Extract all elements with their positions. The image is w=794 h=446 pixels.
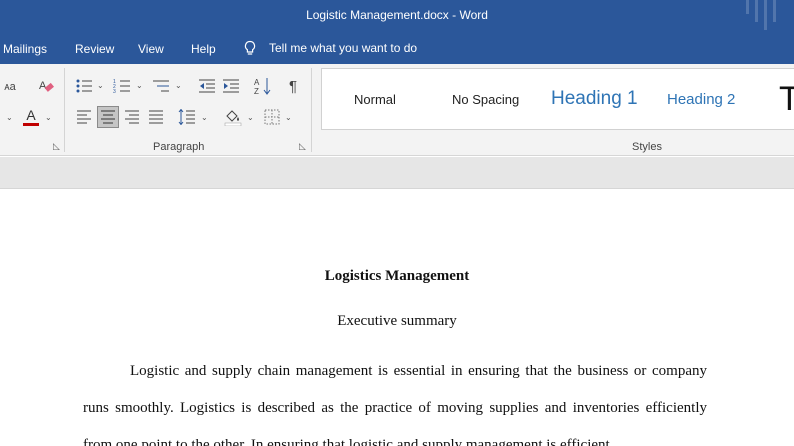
numbering-icon: 1 2 3	[113, 79, 130, 94]
bullets-button[interactable]	[74, 76, 94, 96]
decrease-indent-button[interactable]	[197, 76, 217, 96]
svg-text:3: 3	[113, 89, 116, 94]
tab-review[interactable]: Review	[75, 42, 114, 56]
group-separator	[64, 68, 65, 152]
titlebar-decoration	[764, 0, 767, 30]
increase-indent-button[interactable]	[221, 76, 241, 96]
numbering-button[interactable]: 1 2 3	[112, 76, 132, 96]
show-formatting-marks-button[interactable]: ¶	[283, 76, 303, 96]
chevron-down-icon[interactable]: ⌄	[45, 113, 52, 122]
align-left-icon	[77, 110, 91, 124]
style-heading-1[interactable]: Heading 1	[551, 69, 638, 129]
line-spacing-button[interactable]	[176, 106, 198, 128]
lightbulb-icon	[244, 40, 256, 55]
change-case-glyph: ᴀa	[4, 81, 16, 93]
tab-view[interactable]: View	[138, 42, 164, 56]
document-paragraph: Logistic and supply chain management is …	[83, 363, 707, 446]
tell-me-label: Tell me what you want to do	[269, 41, 418, 55]
titlebar-decoration	[773, 0, 776, 22]
align-center-button[interactable]	[97, 106, 119, 128]
window-title: Logistic Management.docx - Word	[306, 8, 488, 22]
document-page[interactable]: Logistics Management Executive summary L…	[0, 190, 794, 446]
tab-help[interactable]: Help	[191, 42, 216, 56]
font-color-button[interactable]: A	[22, 106, 40, 128]
pilcrow-icon: ¶	[288, 77, 298, 95]
style-heading-2[interactable]: Heading 2	[667, 69, 735, 129]
style-no-spacing[interactable]: No Spacing	[452, 69, 519, 129]
paragraph-group-label: Paragraph	[153, 141, 205, 153]
borders-button[interactable]	[262, 106, 282, 128]
document-subtitle: Executive summary	[337, 313, 457, 329]
eraser-icon: A	[39, 80, 54, 92]
multilevel-list-button[interactable]	[151, 76, 171, 96]
svg-text:Z: Z	[254, 87, 259, 96]
justify-button[interactable]	[146, 106, 166, 128]
styles-gallery: Normal No Spacing Heading 1 Heading 2 T	[321, 68, 794, 130]
clear-formatting-button[interactable]: A	[36, 76, 56, 96]
font-color-glyph: A	[26, 107, 36, 123]
chevron-down-icon[interactable]: ⌄	[285, 113, 292, 122]
paragraph-dialog-launcher-icon[interactable]: ◺	[299, 142, 308, 151]
group-separator	[311, 68, 312, 152]
decrease-indent-icon	[199, 79, 215, 93]
menu-bar: Mailings Review View Help Tell me what y…	[0, 32, 794, 64]
chevron-down-icon[interactable]: ⌄	[201, 113, 208, 122]
svg-text:A: A	[39, 80, 47, 92]
style-normal[interactable]: Normal	[354, 69, 396, 129]
titlebar-decoration	[746, 0, 749, 14]
borders-icon	[264, 109, 280, 125]
shading-button[interactable]	[222, 106, 244, 128]
bullets-icon	[76, 79, 92, 93]
align-right-button[interactable]	[122, 106, 142, 128]
align-left-button[interactable]	[74, 106, 94, 128]
chevron-down-icon[interactable]: ⌄	[6, 113, 13, 122]
styles-group-label: Styles	[632, 141, 662, 153]
tell-me-search[interactable]: Tell me what you want to do	[243, 40, 417, 56]
document-title: Logistics Management	[324, 268, 470, 284]
change-case-button[interactable]: ᴀa	[0, 78, 20, 96]
sort-icon: A Z	[254, 78, 271, 96]
chevron-down-icon[interactable]: ⌄	[175, 81, 182, 90]
justify-icon	[149, 110, 163, 124]
multilevel-list-icon	[153, 80, 169, 92]
align-right-icon	[125, 110, 139, 124]
font-dialog-launcher-icon[interactable]: ◺	[53, 142, 62, 151]
paint-bucket-icon	[224, 110, 242, 126]
sort-button[interactable]: A Z	[252, 74, 274, 98]
title-bar: Logistic Management.docx - Word	[0, 0, 794, 32]
svg-text:A: A	[254, 78, 260, 87]
increase-indent-icon	[223, 79, 239, 93]
ruler-area	[0, 157, 794, 189]
align-center-icon	[101, 110, 115, 124]
tab-mailings[interactable]: Mailings	[3, 42, 47, 56]
font-color-swatch	[23, 123, 39, 126]
chevron-down-icon[interactable]: ⌄	[97, 81, 104, 90]
style-title[interactable]: T	[779, 69, 794, 129]
titlebar-decoration	[755, 0, 758, 22]
chevron-down-icon[interactable]: ⌄	[247, 113, 254, 122]
line-spacing-icon	[178, 109, 195, 125]
chevron-down-icon[interactable]: ⌄	[136, 81, 143, 90]
